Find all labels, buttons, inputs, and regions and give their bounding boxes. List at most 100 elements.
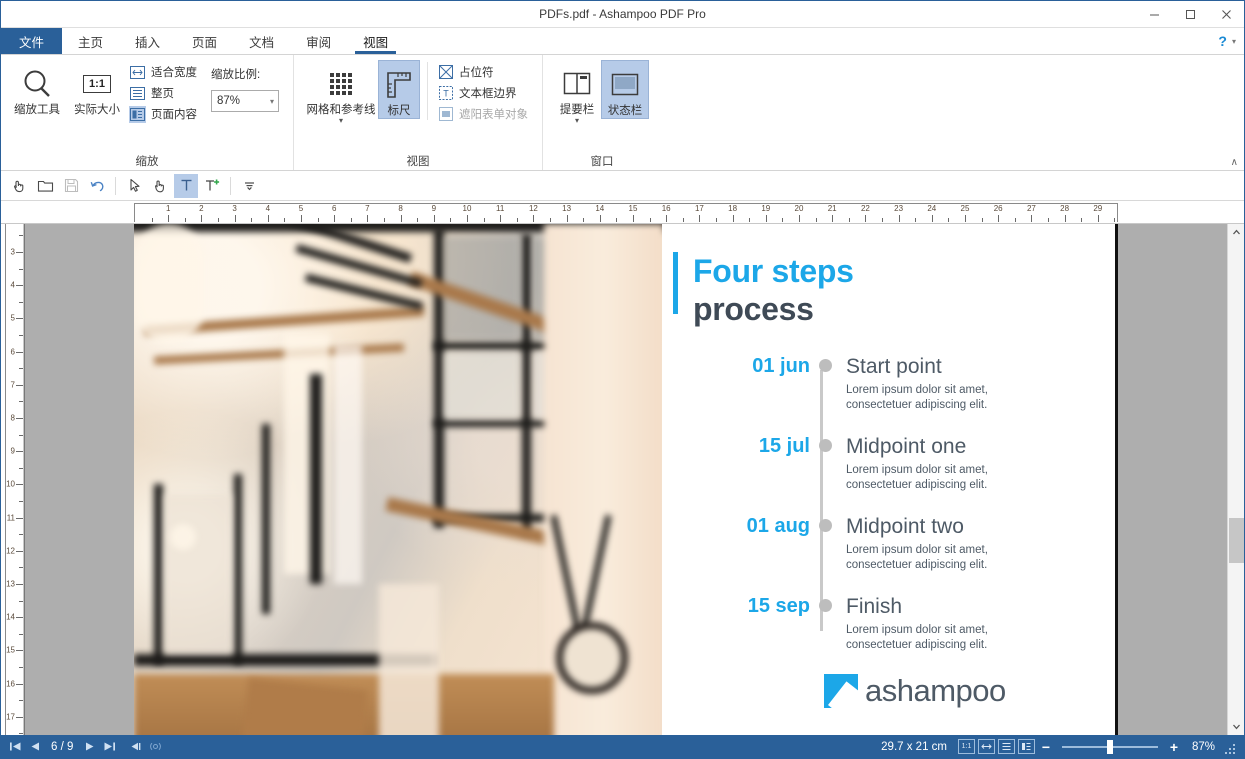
ruler-tick-minor [19, 600, 23, 602]
fit-width-button[interactable]: 适合宽度 [127, 62, 201, 82]
ruler-tick [16, 384, 23, 386]
tab-page[interactable]: 页面 [176, 28, 233, 54]
chevron-down-icon[interactable]: ▾ [575, 117, 579, 125]
timeline-dot-wrap [810, 514, 841, 532]
fit-page-mode-icon[interactable] [998, 739, 1015, 754]
ruler-tick-minor [19, 567, 23, 569]
ruler-tick [599, 215, 601, 222]
timeline-text: Midpoint one Lorem ipsum dolor sit amet,… [841, 434, 1115, 493]
ruler-tick [16, 550, 23, 552]
open-folder-icon[interactable] [33, 174, 57, 198]
resize-grip[interactable] [1224, 740, 1238, 754]
textbox-border-button[interactable]: T 文本框边界 [435, 83, 532, 103]
ruler-number: 29 [1093, 204, 1103, 213]
minimize-button[interactable] [1136, 1, 1172, 28]
tab-view[interactable]: 视图 [347, 28, 404, 54]
zoom-out-button[interactable]: − [1038, 739, 1054, 755]
chevron-down-icon[interactable]: ▾ [1232, 37, 1236, 46]
ruler-tick-minor [19, 667, 23, 668]
timeline-item: 01 aug Midpoint two Lorem ipsum dolor si… [662, 514, 1115, 573]
add-text-icon[interactable] [200, 174, 224, 198]
page-content-mode-icon[interactable] [1018, 739, 1035, 754]
ruler-tick [500, 215, 502, 222]
help-icon[interactable]: ? [1218, 33, 1227, 49]
ruler-tick-minor [19, 633, 23, 635]
ruler-number: 12 [528, 204, 538, 213]
horizontal-ruler-strip: 1 2 3 4 5 6 7 8 9 10 11 12 13 14 15 16 17 18 19 20 21 22 23 24 2… [134, 203, 1118, 222]
ruler-number: 10 [6, 479, 15, 489]
select-arrow-icon[interactable] [122, 174, 146, 198]
actual-size-button[interactable]: 1:1 实际大小 [67, 60, 127, 117]
find-icon[interactable] [145, 737, 165, 756]
tab-review[interactable]: 审阅 [290, 28, 347, 54]
grid-guides-button[interactable]: 网格和参考线 ▾ [304, 60, 378, 125]
zoom-slider-knob[interactable] [1107, 739, 1113, 754]
collapse-ribbon-button[interactable]: ∧ [1231, 157, 1238, 168]
placeholder-button[interactable]: 占位符 [435, 62, 532, 82]
timeline-item: 01 jun Start point Lorem ipsum dolor sit… [662, 354, 1115, 413]
last-page-button[interactable] [99, 737, 119, 756]
ruler-tick-minor [749, 218, 751, 222]
document-canvas[interactable]: Four steps process 01 jun Start point Lo… [24, 224, 1227, 735]
shade-form-objects-button[interactable]: 遮阳表单对象 [435, 104, 532, 124]
page-content-icon [129, 105, 146, 123]
ruler-number: 27 [1026, 204, 1036, 213]
fit-width-mode-icon[interactable] [978, 739, 995, 754]
zoom-ratio-value: 87% [217, 95, 241, 107]
undo-icon[interactable] [85, 174, 109, 198]
sidebar-panel-button[interactable]: 提要栏 ▾ [553, 60, 601, 125]
ruler-number: 23 [894, 204, 904, 213]
tab-file[interactable]: 文件 [1, 28, 63, 54]
pdf-page[interactable]: Four steps process 01 jun Start point Lo… [134, 224, 1115, 735]
ruler-tick-minor [417, 218, 419, 222]
actual-size-mode-icon[interactable]: 1:1 [958, 739, 975, 754]
vertical-ruler[interactable]: 3 4 5 6 7 8 9 10 11 12 13 14 15 16 17 [1, 224, 24, 735]
pan-hand-icon[interactable] [148, 174, 172, 198]
maximize-button[interactable] [1172, 1, 1208, 28]
fit-width-label: 适合宽度 [151, 67, 197, 79]
horizontal-ruler[interactable]: 1 2 3 4 5 6 7 8 9 10 11 12 13 14 15 16 17 18 19 20 21 22 23 24 2… [1, 201, 1244, 224]
back-navigation-button[interactable] [125, 737, 145, 756]
page-content-button[interactable]: 页面内容 [127, 104, 201, 124]
zoom-ratio-select[interactable]: 87% ▾ [211, 90, 279, 112]
tab-document[interactable]: 文档 [233, 28, 290, 54]
chevron-down-icon[interactable]: ▾ [339, 117, 343, 125]
ruler-number: 7 [10, 380, 15, 390]
brand-name: ashampoo [865, 673, 1006, 708]
scroll-up-button[interactable] [1228, 224, 1245, 241]
scrollbar-thumb[interactable] [1229, 518, 1244, 563]
ruler-number: 25 [960, 204, 970, 213]
scroll-down-button[interactable] [1228, 718, 1245, 735]
tab-insert[interactable]: 插入 [119, 28, 176, 54]
doc-title-block: Four steps process [662, 252, 1115, 328]
fit-page-button[interactable]: 整页 [127, 83, 201, 103]
touch-mode-icon[interactable] [7, 174, 31, 198]
statusbar-button[interactable]: 状态栏 [601, 60, 649, 119]
more-tools-icon[interactable] [237, 174, 261, 198]
actual-size-icon-text: 1:1 [83, 75, 111, 93]
tab-home[interactable]: 主页 [62, 28, 119, 54]
text-tool-icon[interactable] [174, 173, 198, 198]
page-indicator[interactable]: 6 / 9 [45, 741, 79, 753]
statusbar-icon [611, 65, 639, 105]
ruler-number: 4 [265, 204, 271, 213]
next-page-button[interactable] [79, 737, 99, 756]
ruler-button[interactable]: 标尺 [378, 60, 420, 119]
ruler-tick-minor [19, 434, 23, 436]
ruler-tick-minor [682, 218, 684, 222]
zoom-tool-button[interactable]: 缩放工具 [7, 60, 67, 117]
save-icon[interactable] [59, 174, 83, 198]
first-page-button[interactable] [5, 737, 25, 756]
close-button[interactable] [1208, 1, 1244, 28]
ruler-tick [566, 215, 568, 222]
timeline-date: 15 sep [747, 595, 810, 617]
ribbon-group-window-label: 窗口 [590, 156, 614, 168]
ruler-tick [16, 683, 23, 685]
zoom-in-button[interactable]: + [1166, 739, 1182, 755]
ruler-number: 5 [10, 313, 15, 323]
vertical-scrollbar[interactable] [1227, 224, 1244, 735]
ruler-tick [168, 215, 170, 222]
ruler-tick-minor [251, 218, 253, 222]
zoom-slider[interactable] [1062, 739, 1158, 754]
prev-page-button[interactable] [25, 737, 45, 756]
